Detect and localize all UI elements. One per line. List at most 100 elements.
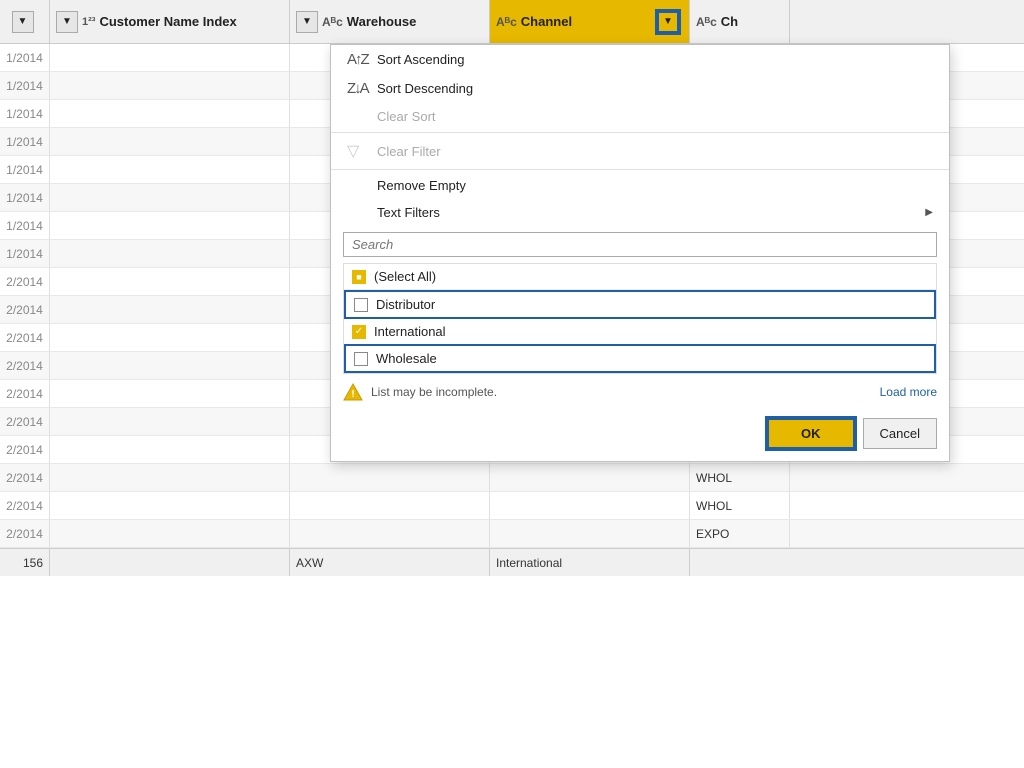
cell-index-12: 2/2014 xyxy=(0,380,50,407)
filter-search-input[interactable] xyxy=(352,237,928,252)
filter-wholesale-item[interactable]: Wholesale xyxy=(344,344,936,373)
cell-customer-0 xyxy=(50,44,290,71)
cell-customer-15 xyxy=(50,464,290,491)
footer-index-cell: 156 xyxy=(0,549,50,576)
cell-channel-17 xyxy=(490,520,690,547)
cell-customer-11 xyxy=(50,352,290,379)
international-checkbox[interactable]: ✓ xyxy=(352,325,366,339)
cell-customer-1 xyxy=(50,72,290,99)
footer-index-val: 156 xyxy=(23,556,43,570)
distributor-label: Distributor xyxy=(376,297,435,312)
cancel-button[interactable]: Cancel xyxy=(863,418,937,449)
cell-index-7: 1/2014 xyxy=(0,240,50,267)
filter-search-box xyxy=(343,232,937,257)
text-filters-item[interactable]: Text Filters ▶ xyxy=(331,199,949,226)
cell-next-15: WHOL xyxy=(690,464,790,491)
footer-customer-cell xyxy=(50,549,290,576)
sort-ascending-item[interactable]: A↑Z Sort Ascending xyxy=(331,45,949,74)
filter-select-all-item[interactable]: ■ (Select All) xyxy=(344,264,936,290)
grid-container: ▼ ▼ 1²³ Customer Name Index ▼ Aᴮc Wareho… xyxy=(0,0,1024,768)
header-index-dropdown[interactable]: ▼ xyxy=(12,11,34,33)
sort-descending-label: Sort Descending xyxy=(377,81,473,96)
text-filters-arrow-icon: ▶ xyxy=(925,207,933,218)
footer-warehouse-cell: AXW xyxy=(290,549,490,576)
text-filters-label: Text Filters xyxy=(377,205,440,220)
cell-next-17: EXPO xyxy=(690,520,790,547)
header-customer-dropdown[interactable]: ▼ xyxy=(56,11,78,33)
filter-checkbox-list: ■ (Select All) Distributor ✓ Internation… xyxy=(343,263,937,374)
remove-empty-label: Remove Empty xyxy=(377,178,466,193)
cell-customer-3 xyxy=(50,128,290,155)
cell-customer-13 xyxy=(50,408,290,435)
header-col-channel: Aᴮc Channel ▼ xyxy=(490,0,690,43)
next-type-icon: Aᴮc xyxy=(696,15,717,29)
filter-international-item[interactable]: ✓ International xyxy=(344,319,936,344)
check-icon: ✓ xyxy=(355,326,363,337)
wholesale-checkbox[interactable] xyxy=(354,352,368,366)
cell-customer-2 xyxy=(50,100,290,127)
cell-channel-16 xyxy=(490,492,690,519)
header-col-warehouse: ▼ Aᴮc Warehouse xyxy=(290,0,490,43)
menu-sep-2 xyxy=(331,169,949,170)
channel-col-label: Channel xyxy=(521,14,572,29)
cell-customer-17 xyxy=(50,520,290,547)
dropdown-arrow-icon2: ▼ xyxy=(62,16,72,27)
table-row: 2/2014 WHOL xyxy=(0,464,1024,492)
menu-sep-1 xyxy=(331,132,949,133)
customer-sort-icon: 1²³ xyxy=(82,16,95,28)
cell-customer-10 xyxy=(50,324,290,351)
cell-index-3: 1/2014 xyxy=(0,128,50,155)
dropdown-arrow-icon3: ▼ xyxy=(302,16,312,27)
cell-customer-7 xyxy=(50,240,290,267)
cell-index-15: 2/2014 xyxy=(0,464,50,491)
clear-filter-label: Clear Filter xyxy=(377,144,441,159)
header-warehouse-dropdown[interactable]: ▼ xyxy=(296,11,318,33)
filter-distributor-item[interactable]: Distributor xyxy=(344,290,936,319)
international-label: International xyxy=(374,324,446,339)
sort-descending-item[interactable]: Z↓A Sort Descending xyxy=(331,74,949,103)
header-col-index: ▼ xyxy=(0,0,50,43)
customer-col-label: Customer Name Index xyxy=(99,14,236,29)
cell-index-2: 1/2014 xyxy=(0,100,50,127)
warehouse-col-label: Warehouse xyxy=(347,14,417,29)
select-all-checkbox[interactable]: ■ xyxy=(352,270,366,284)
distributor-checkbox[interactable] xyxy=(354,298,368,312)
warning-area: ! List may be incomplete. Load more xyxy=(331,374,949,410)
cell-index-8: 2/2014 xyxy=(0,268,50,295)
remove-empty-item[interactable]: Remove Empty xyxy=(331,172,949,199)
cell-customer-14 xyxy=(50,436,290,463)
grid-header: ▼ ▼ 1²³ Customer Name Index ▼ Aᴮc Wareho… xyxy=(0,0,1024,44)
cell-index-0: 1/2014 xyxy=(0,44,50,71)
cell-index-14: 2/2014 xyxy=(0,436,50,463)
cell-warehouse-15 xyxy=(290,464,490,491)
cell-customer-5 xyxy=(50,184,290,211)
cell-customer-4 xyxy=(50,156,290,183)
cell-index-11: 2/2014 xyxy=(0,352,50,379)
cell-next-16: WHOL xyxy=(690,492,790,519)
column-filter-dropdown: A↑Z Sort Ascending Z↓A Sort Descending C… xyxy=(330,44,950,462)
cell-channel-15 xyxy=(490,464,690,491)
cell-index-17: 2/2014 xyxy=(0,520,50,547)
clear-sort-item[interactable]: Clear Sort xyxy=(331,103,949,130)
cell-warehouse-16 xyxy=(290,492,490,519)
clear-filter-item[interactable]: ▽ Clear Filter xyxy=(331,135,949,167)
cell-index-10: 2/2014 xyxy=(0,324,50,351)
header-col-customer: ▼ 1²³ Customer Name Index xyxy=(50,0,290,43)
cell-index-9: 2/2014 xyxy=(0,296,50,323)
header-channel-dropdown[interactable]: ▼ xyxy=(657,11,679,33)
cell-index-16: 2/2014 xyxy=(0,492,50,519)
cell-warehouse-17 xyxy=(290,520,490,547)
warning-text: List may be incomplete. xyxy=(371,385,497,399)
svg-text:!: ! xyxy=(351,389,354,400)
wholesale-label: Wholesale xyxy=(376,351,437,366)
select-all-label: (Select All) xyxy=(374,269,436,284)
header-col-next: Aᴮc Ch xyxy=(690,0,790,43)
table-row: 2/2014 WHOL xyxy=(0,492,1024,520)
load-more-link[interactable]: Load more xyxy=(880,385,937,399)
sort-ascending-label: Sort Ascending xyxy=(377,52,464,67)
cell-customer-8 xyxy=(50,268,290,295)
sort-desc-icon: Z↓A xyxy=(347,80,369,97)
ok-button[interactable]: OK xyxy=(767,418,855,449)
cell-customer-9 xyxy=(50,296,290,323)
cell-index-4: 1/2014 xyxy=(0,156,50,183)
